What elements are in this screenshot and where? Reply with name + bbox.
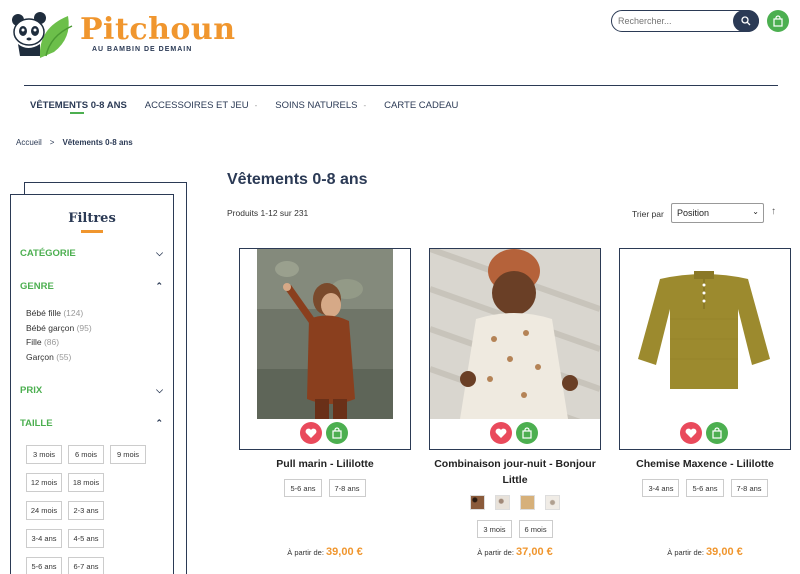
nav-item-accessoires[interactable]: ACCESSOIRES ET JEU - bbox=[145, 100, 258, 111]
chevron-up-icon: ⌃ bbox=[155, 281, 163, 291]
size-option[interactable]: 3-4 ans bbox=[26, 529, 62, 548]
size-option[interactable]: 7-8 ans bbox=[328, 479, 366, 497]
product-name[interactable]: Chemise Maxence - Lililotte bbox=[619, 456, 791, 472]
size-option[interactable]: 5-6 ans bbox=[284, 479, 322, 497]
product-image[interactable] bbox=[257, 249, 393, 419]
sort-select[interactable]: Position ⌄ bbox=[671, 203, 764, 223]
shopping-bag-icon bbox=[332, 427, 342, 439]
heart-icon bbox=[305, 428, 317, 438]
color-swatch[interactable] bbox=[520, 495, 535, 510]
shopping-bag-icon bbox=[773, 15, 783, 27]
genre-option-bebe-garcon[interactable]: Bébé garçon (95) bbox=[26, 321, 92, 336]
header-divider bbox=[24, 85, 778, 86]
chevron-down-icon: ⌄ bbox=[752, 207, 759, 216]
search-box bbox=[611, 10, 759, 32]
sort-label: Trier par bbox=[632, 209, 664, 219]
search-icon bbox=[741, 16, 751, 26]
size-option[interactable]: 6 mois bbox=[68, 445, 104, 464]
size-option[interactable]: 9 mois bbox=[110, 445, 146, 464]
size-option[interactable]: 3 mois bbox=[477, 520, 512, 538]
product-price: À partir de: 39,00 € bbox=[287, 546, 363, 558]
chevron-up-icon: ⌃ bbox=[155, 418, 163, 428]
brand-tagline: AU BAMBIN DE DEMAIN bbox=[92, 46, 193, 53]
add-to-wishlist-button[interactable] bbox=[300, 422, 322, 444]
add-to-wishlist-button[interactable] bbox=[490, 422, 512, 444]
cart-button[interactable] bbox=[767, 10, 789, 32]
product-image[interactable] bbox=[620, 249, 790, 419]
color-swatches bbox=[429, 495, 601, 510]
breadcrumb-current: Vêtements 0-8 ans bbox=[62, 138, 133, 147]
add-to-cart-button[interactable] bbox=[516, 422, 538, 444]
nav-item-carte-cadeau[interactable]: CARTE CADEAU bbox=[384, 100, 458, 111]
product-actions bbox=[300, 422, 348, 444]
filter-prix[interactable]: PRIX ⌵ bbox=[20, 385, 165, 396]
panda-logo-icon[interactable] bbox=[10, 8, 74, 60]
size-option[interactable]: 3 mois bbox=[26, 445, 62, 464]
heart-icon bbox=[495, 428, 507, 438]
filters-panel: Filtres CATÉGORIE ⌵ GENRE ⌃ Bébé fille (… bbox=[10, 194, 174, 574]
filter-taille[interactable]: TAILLE ⌃ bbox=[20, 418, 165, 429]
size-option[interactable]: 6 mois bbox=[518, 520, 553, 538]
genre-option-garcon[interactable]: Garçon (55) bbox=[26, 350, 92, 365]
size-options: 3 mois 6 mois 9 mois 12 mois 18 mois 24 … bbox=[26, 445, 156, 574]
product-card[interactable] bbox=[619, 248, 791, 450]
size-option[interactable]: 4-5 ans bbox=[68, 529, 104, 548]
genre-option-fille[interactable]: Fille (86) bbox=[26, 335, 92, 350]
product-sizes: 5-6 ans 7-8 ans bbox=[239, 479, 411, 497]
product-price: À partir de: 39,00 € bbox=[667, 546, 743, 558]
product-name[interactable]: Combinaison jour-nuit - Bonjour Little bbox=[424, 456, 606, 488]
size-option[interactable]: 12 mois bbox=[26, 473, 62, 492]
nav-item-vetements[interactable]: VÊTEMENTS 0-8 ANS bbox=[30, 100, 127, 111]
product-card[interactable] bbox=[429, 248, 601, 450]
brand-name[interactable]: Pitchoun bbox=[80, 12, 236, 47]
chevron-down-icon: ⌵ bbox=[156, 385, 163, 395]
chevron-down-icon: ⌵ bbox=[156, 248, 163, 258]
filter-genre[interactable]: GENRE ⌃ bbox=[20, 281, 165, 292]
product-price: À partir de: 37,00 € bbox=[477, 546, 553, 558]
product-sizes: 3-4 ans 5-6 ans 7-8 ans bbox=[619, 479, 791, 497]
search-input[interactable] bbox=[618, 14, 728, 28]
filters-title-underline bbox=[81, 230, 103, 233]
product-card[interactable] bbox=[239, 248, 411, 450]
product-actions bbox=[490, 422, 538, 444]
search-button[interactable] bbox=[733, 10, 759, 32]
nav-active-indicator bbox=[70, 112, 84, 114]
product-actions bbox=[680, 422, 728, 444]
color-swatch[interactable] bbox=[545, 495, 560, 510]
size-option[interactable]: 7-8 ans bbox=[730, 479, 768, 497]
size-option[interactable]: 6-7 ans bbox=[68, 557, 104, 574]
product-count: Produits 1-12 sur 231 bbox=[227, 208, 309, 218]
add-to-wishlist-button[interactable] bbox=[680, 422, 702, 444]
size-option[interactable]: 5-6 ans bbox=[26, 557, 62, 574]
size-option[interactable]: 3-4 ans bbox=[642, 479, 680, 497]
breadcrumb-home[interactable]: Accueil bbox=[16, 138, 42, 147]
size-option[interactable]: 24 mois bbox=[26, 501, 62, 520]
add-to-cart-button[interactable] bbox=[326, 422, 348, 444]
breadcrumb: Accueil > Vêtements 0-8 ans bbox=[16, 138, 133, 147]
filters-title: Filtres bbox=[68, 211, 116, 226]
add-to-cart-button[interactable] bbox=[706, 422, 728, 444]
heart-icon bbox=[685, 428, 697, 438]
shopping-bag-icon bbox=[712, 427, 722, 439]
main-nav: VÊTEMENTS 0-8 ANS ACCESSOIRES ET JEU - SO… bbox=[30, 100, 476, 111]
filter-categorie[interactable]: CATÉGORIE ⌵ bbox=[20, 248, 165, 259]
size-option[interactable]: 5-6 ans bbox=[686, 479, 724, 497]
color-swatch[interactable] bbox=[495, 495, 510, 510]
shopping-bag-icon bbox=[522, 427, 532, 439]
sort-direction-arrow-icon[interactable]: ↑ bbox=[771, 206, 776, 217]
breadcrumb-separator: > bbox=[49, 138, 55, 147]
genre-options: Bébé fille (124) Bébé garçon (95) Fille … bbox=[26, 306, 92, 364]
genre-option-bebe-fille[interactable]: Bébé fille (124) bbox=[26, 306, 92, 321]
size-option[interactable]: 18 mois bbox=[68, 473, 104, 492]
page-title: Vêtements 0-8 ans bbox=[227, 171, 368, 188]
nav-item-soins[interactable]: SOINS NATURELS - bbox=[275, 100, 366, 111]
color-swatch[interactable] bbox=[470, 495, 485, 510]
product-image[interactable] bbox=[430, 249, 600, 419]
product-sizes: 3 mois 6 mois bbox=[429, 520, 601, 538]
product-name[interactable]: Pull marin - Lililotte bbox=[239, 456, 411, 472]
size-option[interactable]: 2-3 ans bbox=[68, 501, 104, 520]
